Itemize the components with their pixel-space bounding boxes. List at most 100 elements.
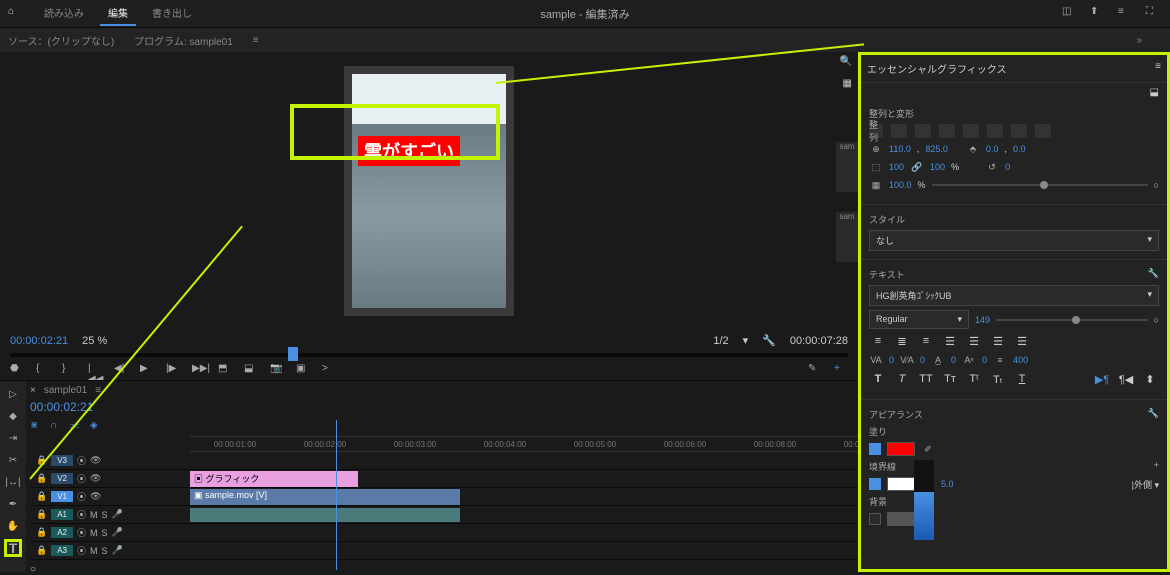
add-button-icon[interactable]: + xyxy=(834,363,848,377)
stroke-color-swatch[interactable] xyxy=(887,477,915,491)
timeline-timecode[interactable]: 00:00:02:21 xyxy=(30,400,910,414)
metric-va[interactable]: 0 xyxy=(889,355,894,365)
leading[interactable]: 400 xyxy=(1013,355,1028,365)
export-frame-icon[interactable]: 📷 xyxy=(270,363,284,377)
marker-add-icon[interactable]: ◈ xyxy=(90,420,104,434)
appearance-wrench-icon[interactable]: 🔧 xyxy=(1148,408,1159,419)
bg-color-swatch[interactable] xyxy=(887,512,915,526)
metric-ah[interactable]: 0 xyxy=(982,355,987,365)
chevron-down-icon[interactable]: ▾ xyxy=(743,334,749,347)
type-tool[interactable]: T xyxy=(4,539,22,557)
text-align-right-icon[interactable]: ≡ xyxy=(917,333,935,349)
text-align-left-icon[interactable]: ≡ xyxy=(869,333,887,349)
font-size[interactable]: 149 xyxy=(975,315,990,325)
font-family-dropdown[interactable]: HG創英角ｺﾞｼｯｸUB▾ xyxy=(869,285,1159,306)
rotation[interactable]: 0 xyxy=(1005,162,1010,172)
share-icon[interactable]: ⬆ xyxy=(1090,6,1106,22)
magnet-icon[interactable]: ∩ xyxy=(50,420,64,434)
play-icon[interactable]: ▶ xyxy=(140,363,154,377)
track-v1[interactable]: V1 xyxy=(51,491,73,502)
monitor-settings-icon[interactable]: ▦ xyxy=(843,78,852,89)
text-justify-icon[interactable]: ☰ xyxy=(941,333,959,349)
panel-expand-icon[interactable]: » xyxy=(1136,35,1142,46)
marker-icon[interactable]: ⬣ xyxy=(10,363,24,377)
superscript-icon[interactable]: Tᵗ xyxy=(965,371,983,387)
track-a2[interactable]: A2 xyxy=(51,527,73,538)
opacity-val[interactable]: 100.0 xyxy=(889,180,912,190)
workspace-export[interactable]: 書き出し xyxy=(144,1,200,26)
home-icon[interactable]: ⌂ xyxy=(8,6,24,22)
stroke-width[interactable]: 5.0 xyxy=(941,479,954,489)
pencil-icon[interactable]: ✎ xyxy=(808,363,822,377)
sidebar-tab-1[interactable]: sam xyxy=(836,142,858,192)
eye-icon[interactable]: 👁 xyxy=(90,455,101,466)
selection-tool[interactable]: ▷ xyxy=(4,385,22,403)
metric-au[interactable]: 0 xyxy=(951,355,956,365)
fill-checkbox[interactable] xyxy=(869,443,881,455)
close-seq-icon[interactable]: × xyxy=(30,385,36,396)
clip-graphic[interactable]: ▣ グラフィック xyxy=(190,471,358,487)
pen-tool[interactable]: ✒ xyxy=(4,495,22,513)
track-a1[interactable]: A1 xyxy=(51,509,73,520)
smallcaps-icon[interactable]: Tᴛ xyxy=(941,371,959,387)
opacity-slider[interactable] xyxy=(932,184,1148,186)
metric-va2[interactable]: 0 xyxy=(920,355,925,365)
pos-y[interactable]: 825.0 xyxy=(925,144,948,154)
track-select-tool[interactable]: ◆ xyxy=(4,407,22,425)
text-wrench-icon[interactable]: 🔧 xyxy=(1148,268,1159,279)
workspace-import[interactable]: 読み込み xyxy=(36,1,92,26)
menu-icon[interactable]: ≡ xyxy=(1118,6,1134,22)
mark-out-icon[interactable]: } xyxy=(62,363,76,377)
workspace-edit[interactable]: 編集 xyxy=(100,1,136,26)
pos-x[interactable]: 110.0 xyxy=(889,144,911,154)
align-top-icon[interactable] xyxy=(963,124,979,138)
underline-icon[interactable]: T xyxy=(1013,371,1031,387)
razor-tool[interactable]: ✂ xyxy=(4,451,22,469)
reset-rotation-icon[interactable]: ↺ xyxy=(985,160,999,174)
add-stroke-icon[interactable]: + xyxy=(1154,460,1159,470)
clip-video[interactable]: ▣ sample.mov [V] xyxy=(190,489,460,505)
lift-icon[interactable]: ⬒ xyxy=(218,363,232,377)
new-layer-icon[interactable]: ⬓ xyxy=(1150,87,1159,98)
align-bottom-icon[interactable] xyxy=(1011,124,1027,138)
hscroll-out-icon[interactable]: ○ xyxy=(30,564,36,575)
subscript-icon[interactable]: Tₜ xyxy=(989,371,1007,387)
zoom-level[interactable]: 25 % xyxy=(82,335,107,347)
wrench-icon[interactable]: 🔧 xyxy=(762,334,776,347)
go-in-icon[interactable]: |◀◀ xyxy=(88,363,102,377)
scale-h[interactable]: 100 xyxy=(930,162,945,172)
fit-dropdown[interactable]: 1/2 xyxy=(713,335,728,347)
fill-eyedrop-icon[interactable]: ✐ xyxy=(921,442,935,456)
track-v2[interactable]: V2 xyxy=(51,473,73,484)
eg-menu-icon[interactable]: ≡ xyxy=(1155,61,1161,76)
time-ruler[interactable]: 00:00:01:00 00:00:02:00 00:00:03:00 00:0… xyxy=(190,436,910,452)
step-fwd-icon[interactable]: |▶ xyxy=(166,363,180,377)
program-menu-icon[interactable]: ≡ xyxy=(253,35,259,46)
mark-in-icon[interactable]: { xyxy=(36,363,50,377)
bg-checkbox[interactable] xyxy=(869,513,881,525)
playhead[interactable] xyxy=(288,347,298,361)
align-hcenter-icon[interactable] xyxy=(915,124,931,138)
ltr-icon[interactable]: ▶¶ xyxy=(1093,371,1111,387)
align-right-icon[interactable] xyxy=(939,124,955,138)
hand-tool[interactable]: ✋ xyxy=(4,517,22,535)
go-out-icon[interactable]: ▶▶| xyxy=(192,363,206,377)
opacity-handle-icon[interactable]: ○ xyxy=(1154,180,1159,190)
align-left-icon[interactable] xyxy=(891,124,907,138)
distribute-icon[interactable] xyxy=(1035,124,1051,138)
italic-icon[interactable]: T xyxy=(893,371,911,387)
fill-color-swatch[interactable] xyxy=(887,442,915,456)
stroke-pos-dropdown[interactable]: 外側 xyxy=(1134,480,1152,490)
clip-audio-1[interactable] xyxy=(190,508,460,522)
mic-icon[interactable]: 🎤 xyxy=(112,509,123,520)
text-justify-last-right-icon[interactable]: ☰ xyxy=(1013,333,1031,349)
playhead-line[interactable] xyxy=(336,420,337,570)
bold-icon[interactable]: T xyxy=(869,371,887,387)
stroke-checkbox[interactable] xyxy=(869,478,881,490)
search-icon[interactable]: 🔍 xyxy=(840,56,852,67)
sidebar-tab-2[interactable]: sam xyxy=(836,212,858,262)
text-justify-last-left-icon[interactable]: ☰ xyxy=(965,333,983,349)
program-label[interactable]: プログラム: sample01 xyxy=(134,33,233,48)
compare-icon[interactable]: ▣ xyxy=(296,363,310,377)
link-scale-icon[interactable]: 🔗 xyxy=(910,160,924,174)
